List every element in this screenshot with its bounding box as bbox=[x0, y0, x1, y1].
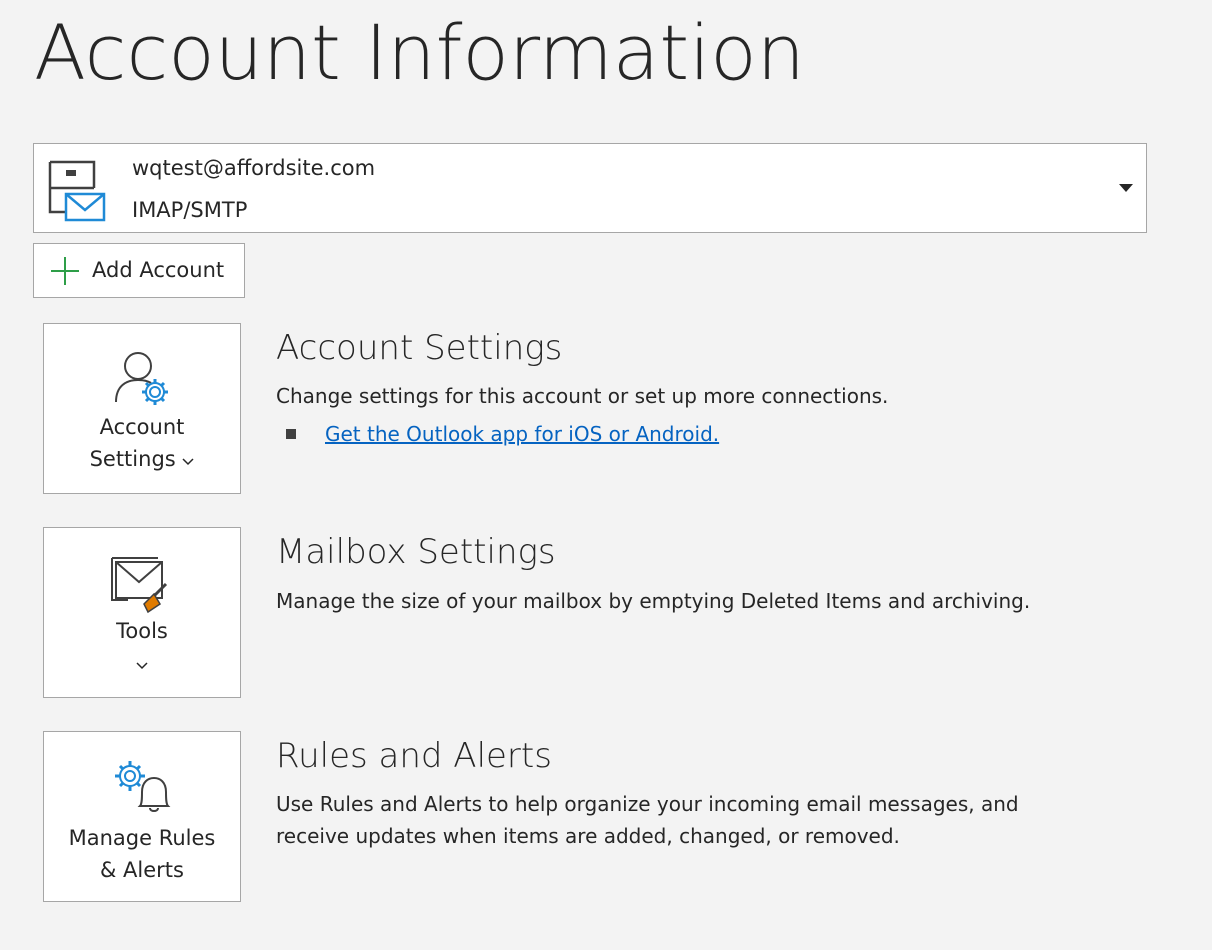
chevron-down-icon bbox=[136, 662, 148, 670]
mailbox-broom-icon bbox=[111, 557, 168, 614]
account-settings-tile-label-text: Settings bbox=[89, 447, 176, 471]
rules-alerts-description-line1: Use Rules and Alerts to help organize yo… bbox=[276, 792, 1019, 816]
account-settings-title: Account Settings bbox=[276, 328, 563, 368]
tools-tile-button[interactable]: Tools bbox=[43, 527, 241, 698]
tools-tile-label: Tools bbox=[116, 619, 168, 643]
account-settings-tile-label-line2: Settings bbox=[44, 443, 240, 475]
tools-chevron-row bbox=[44, 647, 240, 679]
bullet-icon bbox=[286, 429, 296, 439]
account-settings-description: Change settings for this account or set … bbox=[276, 384, 889, 408]
manage-rules-tile-label-line1: Manage Rules bbox=[68, 826, 216, 850]
plus-icon bbox=[51, 257, 79, 285]
account-selector-dropdown[interactable]: wqtest@affordsite.com IMAP/SMTP bbox=[33, 143, 1147, 233]
mailbox-account-icon bbox=[48, 160, 106, 222]
gear-bell-icon bbox=[115, 761, 171, 812]
rules-alerts-description-line2: receive updates when items are added, ch… bbox=[276, 824, 900, 848]
user-gear-icon bbox=[115, 352, 168, 405]
manage-rules-tile-label-line2: & Alerts bbox=[100, 858, 184, 882]
account-settings-tile-label-line1: Account bbox=[99, 415, 185, 439]
manage-rules-alerts-tile-button[interactable]: Manage Rules & Alerts bbox=[43, 731, 241, 902]
add-account-label: Add Account bbox=[92, 258, 225, 282]
account-email: wqtest@affordsite.com bbox=[132, 156, 376, 180]
dropdown-caret-icon[interactable] bbox=[1118, 182, 1134, 194]
mailbox-settings-description: Manage the size of your mailbox by empty… bbox=[276, 589, 1031, 613]
account-settings-tile-button[interactable]: Account Settings bbox=[43, 323, 241, 494]
add-account-button[interactable]: Add Account bbox=[33, 243, 245, 298]
rules-alerts-title: Rules and Alerts bbox=[276, 736, 552, 776]
chevron-down-icon bbox=[182, 458, 194, 466]
page-title: Account Information bbox=[34, 8, 805, 97]
get-outlook-app-link[interactable]: Get the Outlook app for iOS or Android. bbox=[325, 422, 719, 446]
mailbox-settings-title: Mailbox Settings bbox=[276, 532, 556, 572]
account-type: IMAP/SMTP bbox=[132, 198, 248, 222]
